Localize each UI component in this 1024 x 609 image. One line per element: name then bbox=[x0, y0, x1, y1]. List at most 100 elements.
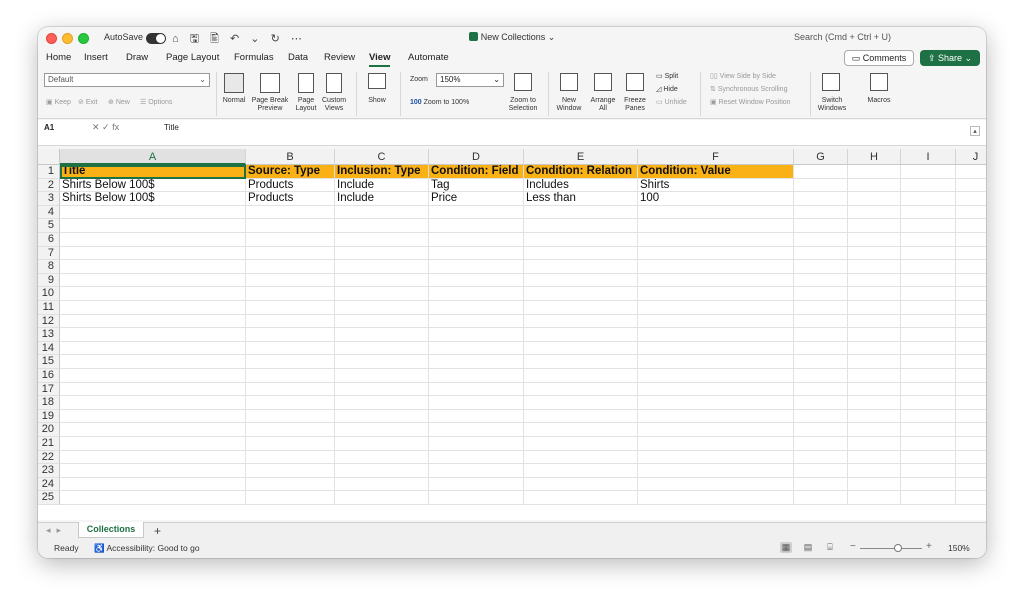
formula-input[interactable]: Title bbox=[164, 123, 179, 132]
cell-i6[interactable] bbox=[901, 233, 956, 247]
cell-j17[interactable] bbox=[956, 383, 986, 397]
cell-j7[interactable] bbox=[956, 247, 986, 261]
row-header-23[interactable]: 23 bbox=[38, 464, 60, 478]
unhide-button[interactable]: ▭ Unhide bbox=[656, 99, 687, 107]
cell-j21[interactable] bbox=[956, 437, 986, 451]
row-header-25[interactable]: 25 bbox=[38, 491, 60, 505]
cell-c11[interactable] bbox=[335, 301, 429, 315]
cell-d19[interactable] bbox=[429, 409, 524, 424]
cell-h18[interactable] bbox=[848, 396, 901, 410]
column-header-e[interactable]: E bbox=[524, 149, 638, 165]
cell-e7[interactable] bbox=[524, 246, 638, 261]
cell-b1[interactable]: Source: Type bbox=[246, 165, 335, 179]
cell-d12[interactable] bbox=[429, 314, 524, 329]
cell-e17[interactable] bbox=[524, 382, 638, 397]
cell-d7[interactable] bbox=[429, 246, 524, 261]
cell-f23[interactable] bbox=[638, 464, 794, 478]
normal-view-button[interactable]: Normal bbox=[220, 97, 248, 105]
formula-controls[interactable]: ✕ ✓ fx bbox=[92, 122, 119, 133]
row-header-7[interactable]: 7 bbox=[38, 246, 60, 261]
cell-c20[interactable] bbox=[335, 423, 429, 437]
zoom-to-100-button[interactable]: 100 Zoom to 100% bbox=[410, 99, 469, 107]
cell-h5[interactable] bbox=[848, 219, 901, 233]
cell-g17[interactable] bbox=[794, 382, 848, 397]
cell-d23[interactable] bbox=[429, 464, 524, 478]
cell-j5[interactable] bbox=[956, 219, 986, 233]
reset-window-position-button[interactable]: ▣ Reset Window Position bbox=[710, 99, 791, 107]
tab-page-layout[interactable]: Page Layout bbox=[166, 52, 219, 63]
cell-b18[interactable] bbox=[246, 396, 335, 410]
cell-j20[interactable] bbox=[956, 423, 986, 437]
cell-e13[interactable] bbox=[524, 328, 638, 342]
cell-f14[interactable] bbox=[638, 341, 794, 356]
column-header-c[interactable]: C bbox=[335, 149, 429, 165]
cell-a6[interactable] bbox=[60, 233, 246, 247]
page-layout-status-icon[interactable]: ▤ bbox=[802, 542, 814, 553]
cell-d20[interactable] bbox=[429, 423, 524, 437]
row-header-6[interactable]: 6 bbox=[38, 233, 60, 247]
sheet-view-select[interactable]: Default ⌄ bbox=[44, 73, 210, 87]
cell-b14[interactable] bbox=[246, 341, 335, 356]
cell-c10[interactable] bbox=[335, 287, 429, 301]
column-header-d[interactable]: D bbox=[429, 149, 524, 165]
cell-d4[interactable] bbox=[429, 205, 524, 220]
cell-c9[interactable] bbox=[335, 273, 429, 288]
cell-a19[interactable] bbox=[60, 409, 246, 424]
cell-b23[interactable] bbox=[246, 464, 335, 478]
cell-j12[interactable] bbox=[956, 315, 986, 329]
cell-c23[interactable] bbox=[335, 464, 429, 478]
cell-i13[interactable] bbox=[901, 328, 956, 342]
row-header-20[interactable]: 20 bbox=[38, 423, 60, 437]
split-button[interactable]: ▭ Split bbox=[656, 73, 678, 81]
cell-i18[interactable] bbox=[901, 396, 956, 410]
cell-h3[interactable] bbox=[848, 192, 901, 206]
cell-j24[interactable] bbox=[956, 478, 986, 492]
column-header-b[interactable]: B bbox=[246, 149, 335, 165]
cell-c14[interactable] bbox=[335, 341, 429, 356]
cell-i10[interactable] bbox=[901, 287, 956, 301]
zoom-in-button[interactable]: + bbox=[926, 541, 932, 552]
cell-b2[interactable]: Products bbox=[246, 178, 335, 193]
cell-e20[interactable] bbox=[524, 423, 638, 437]
cell-c18[interactable] bbox=[335, 396, 429, 410]
cell-g5[interactable] bbox=[794, 219, 848, 233]
cell-g13[interactable] bbox=[794, 328, 848, 342]
cell-b4[interactable] bbox=[246, 205, 335, 220]
page-break-preview-button[interactable]: Page Break Preview bbox=[250, 97, 290, 113]
cell-b6[interactable] bbox=[246, 233, 335, 247]
cell-d21[interactable] bbox=[429, 437, 524, 451]
row-header-24[interactable]: 24 bbox=[38, 477, 60, 492]
cell-a1[interactable]: Title bbox=[60, 165, 246, 179]
cell-f25[interactable] bbox=[638, 491, 794, 505]
row-header-13[interactable]: 13 bbox=[38, 328, 60, 342]
cell-e3[interactable]: Less than bbox=[524, 192, 638, 206]
cell-j22[interactable] bbox=[956, 451, 986, 465]
new-window-button[interactable]: New Window bbox=[554, 97, 584, 113]
cell-h19[interactable] bbox=[848, 409, 901, 424]
cell-c25[interactable] bbox=[335, 491, 429, 505]
row-header-22[interactable]: 22 bbox=[38, 450, 60, 465]
cell-g7[interactable] bbox=[794, 246, 848, 261]
cell-e24[interactable] bbox=[524, 477, 638, 492]
cell-a16[interactable] bbox=[60, 369, 246, 383]
cell-c1[interactable]: Inclusion: Type bbox=[335, 165, 429, 179]
cell-a8[interactable] bbox=[60, 260, 246, 274]
cell-e5[interactable] bbox=[524, 219, 638, 233]
column-header-a[interactable]: A bbox=[60, 149, 246, 165]
cell-d3[interactable]: Price bbox=[429, 192, 524, 206]
cell-f22[interactable] bbox=[638, 450, 794, 465]
row-header-2[interactable]: 2 bbox=[38, 178, 60, 193]
row-header-3[interactable]: 3 bbox=[38, 192, 60, 206]
cell-f9[interactable] bbox=[638, 273, 794, 288]
cell-e25[interactable] bbox=[524, 491, 638, 505]
worksheet-grid[interactable]: A B C D E F G H I J 1 Title Source: Type Inclusion: T… bbox=[38, 149, 986, 520]
cell-e8[interactable] bbox=[524, 260, 638, 274]
cell-d6[interactable] bbox=[429, 233, 524, 247]
cell-i9[interactable] bbox=[901, 273, 956, 288]
cell-d8[interactable] bbox=[429, 260, 524, 274]
cell-i25[interactable] bbox=[901, 491, 956, 505]
cell-h1[interactable] bbox=[848, 165, 901, 179]
zoom-to-selection-button[interactable]: Zoom to Selection bbox=[504, 97, 542, 113]
column-header-j[interactable]: J bbox=[956, 149, 986, 165]
cell-a20[interactable] bbox=[60, 423, 246, 437]
